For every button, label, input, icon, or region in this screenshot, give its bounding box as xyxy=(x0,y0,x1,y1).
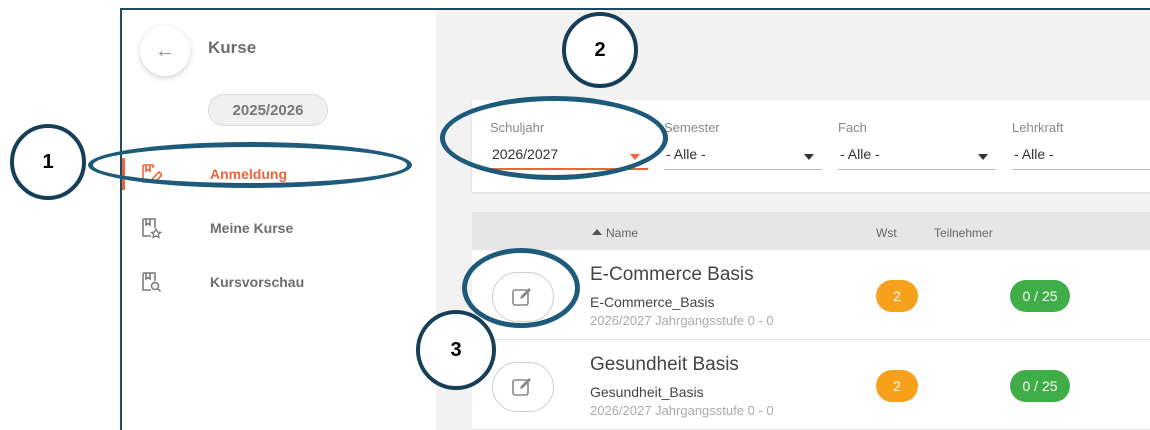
course-table: Name Wst Teilnehmer E-Commerce Basis E-C… xyxy=(472,212,1150,430)
filter-value: - Alle - xyxy=(840,146,880,162)
filter-label: Fach xyxy=(838,120,867,135)
annotation-oval-anmeldung xyxy=(88,142,412,188)
edit-icon xyxy=(512,378,531,396)
book-search-icon xyxy=(142,272,162,293)
sidebar-item-kursvorschau[interactable]: Kursvorschau xyxy=(122,262,436,302)
filter-label: Lehrkraft xyxy=(1012,120,1064,135)
filter-semester[interactable]: Semester - Alle - xyxy=(664,120,822,170)
caret-down-icon xyxy=(978,154,988,160)
wst-badge: 2 xyxy=(876,370,918,402)
school-year-badge[interactable]: 2025/2026 xyxy=(208,94,328,126)
course-name: E-Commerce Basis xyxy=(590,264,754,285)
sidebar: ← Kurse 2025/2026 Anmeldung Meine Kurse xyxy=(122,10,436,430)
filter-value: - Alle - xyxy=(666,146,706,162)
arrow-left-icon: ← xyxy=(155,39,175,62)
main-content: Schuljahr 2026/2027 Semester - Alle - Fa… xyxy=(436,10,1150,430)
course-code: E-Commerce_Basis xyxy=(590,294,715,310)
edit-button[interactable] xyxy=(492,362,554,412)
course-meta: 2026/2027 Jahrgangsstufe 0 - 0 xyxy=(590,313,774,328)
sidebar-title: Kurse xyxy=(208,38,257,57)
table-header: Name Wst Teilnehmer xyxy=(472,212,1150,250)
column-header-name[interactable]: Name xyxy=(592,226,638,240)
participants-badge: 0 / 25 xyxy=(1010,370,1070,402)
filter-value: - Alle - xyxy=(1014,146,1054,162)
annotation-oval-schuljahr xyxy=(440,96,668,180)
wst-badge: 2 xyxy=(876,280,918,312)
course-meta: 2026/2027 Jahrgangsstufe 0 - 0 xyxy=(590,403,774,418)
annotation-oval-edit xyxy=(462,248,580,328)
course-code: Gesundheit_Basis xyxy=(590,384,704,400)
filter-lehrkraft[interactable]: Lehrkraft - Alle - xyxy=(1012,120,1150,170)
app-window: ← Kurse 2025/2026 Anmeldung Meine Kurse xyxy=(120,8,1150,430)
column-header-wst[interactable]: Wst xyxy=(876,226,897,240)
column-header-teilnehmer[interactable]: Teilnehmer xyxy=(934,226,993,240)
course-name: Gesundheit Basis xyxy=(590,354,739,375)
filter-fach[interactable]: Fach - Alle - xyxy=(838,120,996,170)
table-row: Gesundheit Basis Gesundheit_Basis 2026/2… xyxy=(472,340,1150,430)
caret-down-icon xyxy=(804,154,814,160)
filter-label: Semester xyxy=(664,120,720,135)
sidebar-item-label: Meine Kurse xyxy=(210,220,294,236)
annotation-number-3: 3 xyxy=(416,310,496,390)
participants-badge: 0 / 25 xyxy=(1010,280,1070,312)
book-star-icon xyxy=(142,218,162,239)
back-button[interactable]: ← xyxy=(140,26,190,76)
annotation-number-2: 2 xyxy=(562,12,638,88)
annotation-number-1: 1 xyxy=(10,124,86,200)
sidebar-item-label: Kursvorschau xyxy=(210,274,305,290)
sort-asc-icon xyxy=(592,229,602,235)
sidebar-item-meine-kurse[interactable]: Meine Kurse xyxy=(122,208,436,248)
